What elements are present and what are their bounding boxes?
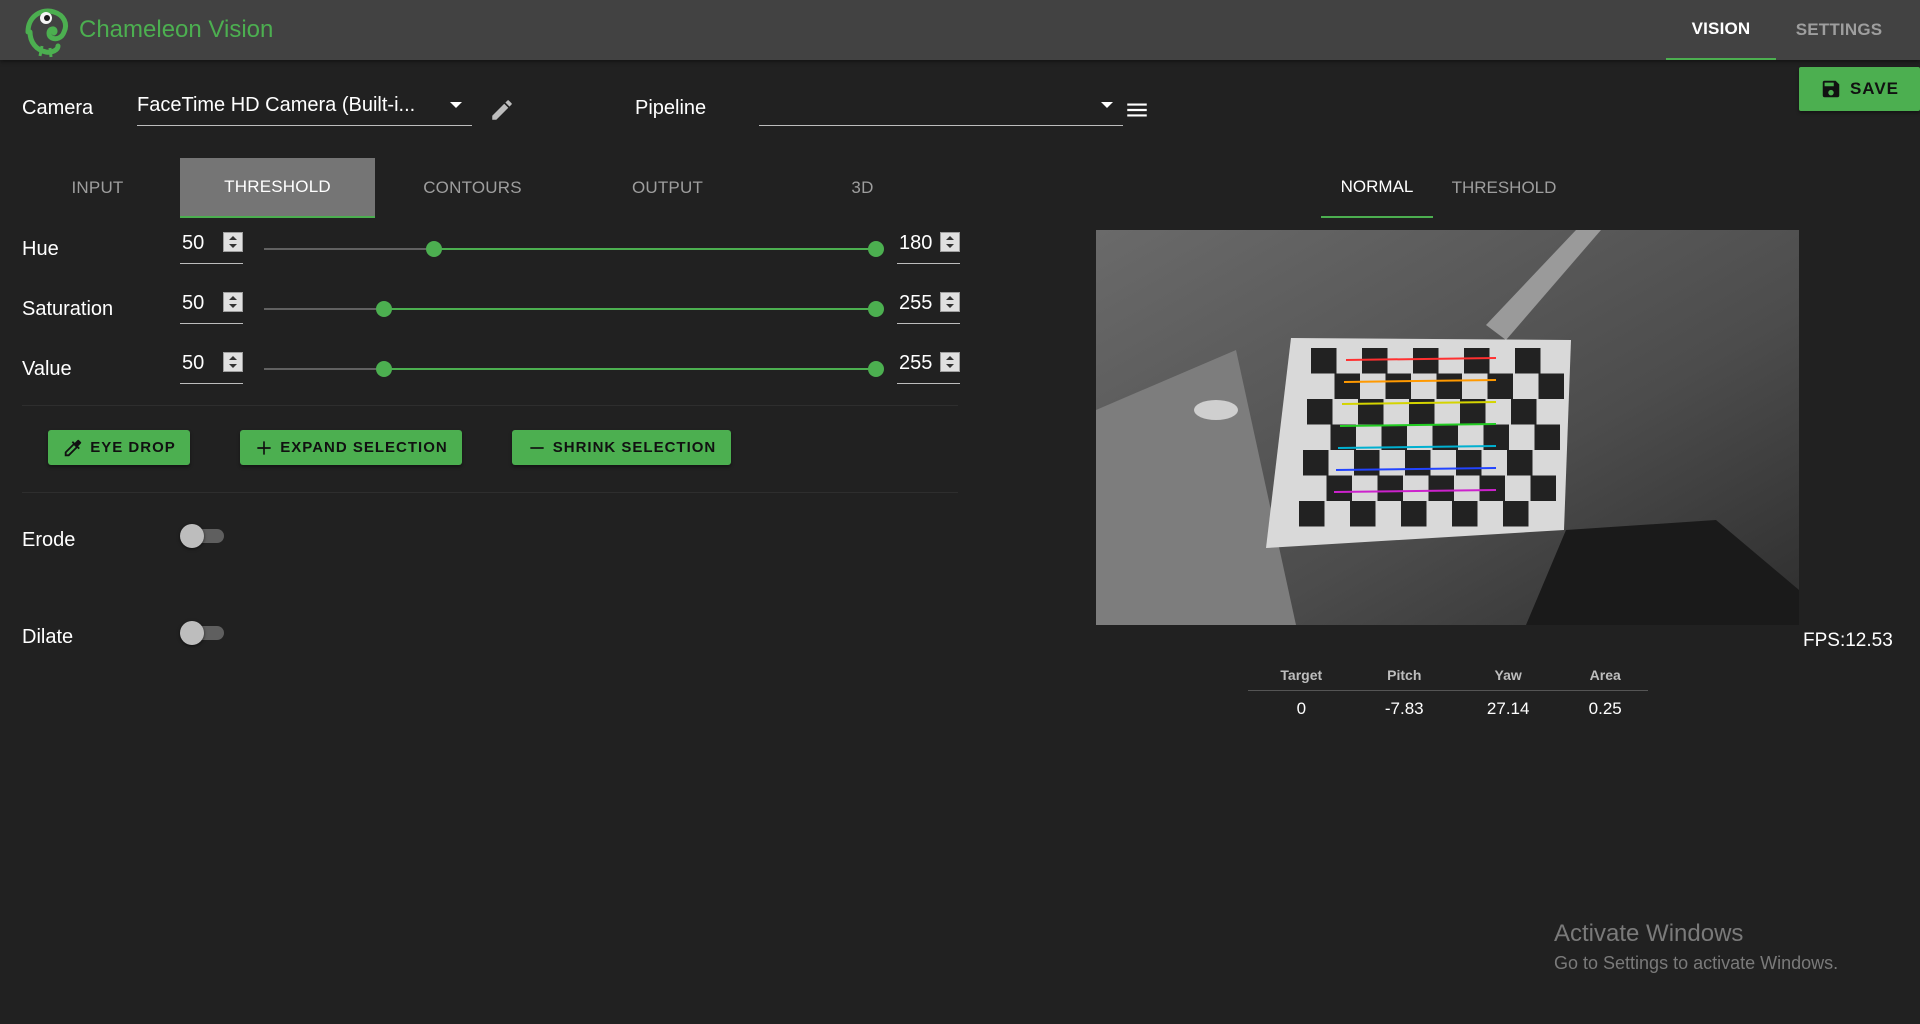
- saturation-range-slider[interactable]: [264, 301, 884, 317]
- slider-max-handle[interactable]: [868, 361, 884, 377]
- table-cell: 27.14: [1486, 699, 1530, 719]
- fps-readout: FPS:12.53: [1803, 630, 1893, 651]
- save-label: SAVE: [1849, 79, 1900, 98]
- table-cell: -7.83: [1384, 699, 1424, 719]
- camera-frame-image: [1096, 230, 1799, 625]
- camera-label: Camera: [22, 97, 94, 119]
- divider: [22, 405, 958, 406]
- slider-fill: [384, 308, 876, 310]
- table-cell: 0: [1296, 699, 1307, 719]
- hue-min-input[interactable]: 50: [180, 230, 243, 264]
- slider-min-handle[interactable]: [376, 361, 392, 377]
- spinner-icon[interactable]: [223, 232, 243, 252]
- spinner-icon[interactable]: [223, 292, 243, 312]
- saturation-min-value: 50: [182, 292, 205, 314]
- spinner-icon[interactable]: [940, 352, 960, 372]
- hue-max-input[interactable]: 180: [897, 230, 960, 264]
- divider: [22, 492, 958, 493]
- tab-contours[interactable]: CONTOURS: [375, 158, 570, 218]
- toggle-thumb: [180, 524, 204, 548]
- value-label: Value: [22, 358, 72, 380]
- erode-toggle[interactable]: [180, 522, 228, 550]
- expand-selection-button[interactable]: EXPAND SELECTION: [240, 430, 462, 465]
- pencil-edit-icon[interactable]: [489, 97, 515, 123]
- column-header-yaw: Yaw: [1453, 660, 1563, 691]
- slider-max-handle[interactable]: [868, 241, 884, 257]
- pipeline-tabs: INPUT THRESHOLD CONTOURS OUTPUT 3D: [0, 158, 960, 218]
- plus-icon: [257, 440, 271, 455]
- camera-stream-image: [1096, 230, 1799, 625]
- menu-icon[interactable]: [1124, 97, 1150, 123]
- column-header-target: Target: [1248, 660, 1355, 691]
- shrink-selection-label: SHRINK SELECTION: [552, 439, 717, 456]
- slider-min-handle[interactable]: [376, 301, 392, 317]
- hue-range-slider[interactable]: [264, 241, 884, 257]
- tab-output[interactable]: OUTPUT: [570, 158, 765, 218]
- slider-fill: [434, 248, 876, 250]
- dilate-toggle[interactable]: [180, 619, 228, 647]
- value-range-slider[interactable]: [264, 361, 884, 377]
- eye-drop-label: EYE DROP: [90, 439, 176, 456]
- value-min-value: 50: [182, 352, 205, 374]
- hue-max-value: 180: [899, 232, 933, 254]
- camera-select[interactable]: FaceTime HD Camera (Built-i...: [137, 88, 472, 126]
- eye-drop-button[interactable]: EYE DROP: [48, 430, 190, 465]
- toggle-thumb: [180, 621, 204, 645]
- saturation-label: Saturation: [22, 298, 114, 320]
- spinner-icon[interactable]: [940, 232, 960, 252]
- chevron-down-icon: [1101, 102, 1113, 108]
- saturation-max-input[interactable]: 255: [897, 290, 960, 324]
- app-title: Chameleon Vision: [79, 16, 274, 43]
- camera-select-value: FaceTime HD Camera (Built-i...: [137, 94, 416, 116]
- save-button[interactable]: SAVE: [1799, 67, 1920, 111]
- minus-icon: [530, 446, 544, 449]
- hue-min-value: 50: [182, 232, 205, 254]
- eyedropper-icon: [64, 439, 82, 456]
- view-tab-threshold[interactable]: THRESHOLD: [1440, 158, 1568, 218]
- value-min-input[interactable]: 50: [180, 350, 243, 384]
- chevron-down-icon: [450, 102, 462, 108]
- nav-tab-vision[interactable]: VISION: [1666, 0, 1776, 60]
- saturation-max-value: 255: [899, 292, 933, 314]
- slider-fill: [384, 368, 876, 370]
- activate-windows-title: Activate Windows: [1554, 920, 1744, 947]
- slider-max-handle[interactable]: [868, 301, 884, 317]
- pipeline-select[interactable]: [759, 88, 1123, 126]
- table-header-row: Target Pitch Yaw Area: [1248, 660, 1648, 691]
- slider-min-handle[interactable]: [426, 241, 442, 257]
- tab-input[interactable]: INPUT: [0, 158, 195, 218]
- floppy-disk-icon: [1822, 80, 1840, 98]
- pipeline-label: Pipeline: [635, 97, 707, 119]
- value-max-input[interactable]: 255: [897, 350, 960, 384]
- erode-label: Erode: [22, 529, 76, 551]
- activate-windows-subtitle: Go to Settings to activate Windows.: [1554, 953, 1839, 973]
- expand-selection-label: EXPAND SELECTION: [280, 439, 448, 456]
- saturation-min-input[interactable]: 50: [180, 290, 243, 324]
- view-tab-normal[interactable]: NORMAL: [1321, 158, 1433, 218]
- column-header-pitch: Pitch: [1354, 660, 1454, 691]
- hue-label: Hue: [22, 238, 59, 260]
- dilate-label: Dilate: [22, 626, 74, 648]
- targets-table: Target Pitch Yaw Area 0 -7.83 27.14 0.25: [1248, 660, 1648, 728]
- value-max-value: 255: [899, 352, 933, 374]
- app-bar: Chameleon Vision VISION SETTINGS: [0, 0, 1920, 60]
- table-cell: 0.25: [1588, 699, 1622, 719]
- chameleon-logo-icon: [25, 8, 69, 58]
- table-row: 0 -7.83 27.14 0.25: [1248, 690, 1648, 728]
- spinner-icon[interactable]: [940, 292, 960, 312]
- tab-threshold[interactable]: THRESHOLD: [180, 158, 375, 218]
- tab-3d[interactable]: 3D: [765, 158, 960, 218]
- nav-tab-settings[interactable]: SETTINGS: [1780, 0, 1898, 60]
- column-header-area: Area: [1562, 660, 1648, 691]
- spinner-icon[interactable]: [223, 352, 243, 372]
- shrink-selection-button[interactable]: SHRINK SELECTION: [512, 430, 731, 465]
